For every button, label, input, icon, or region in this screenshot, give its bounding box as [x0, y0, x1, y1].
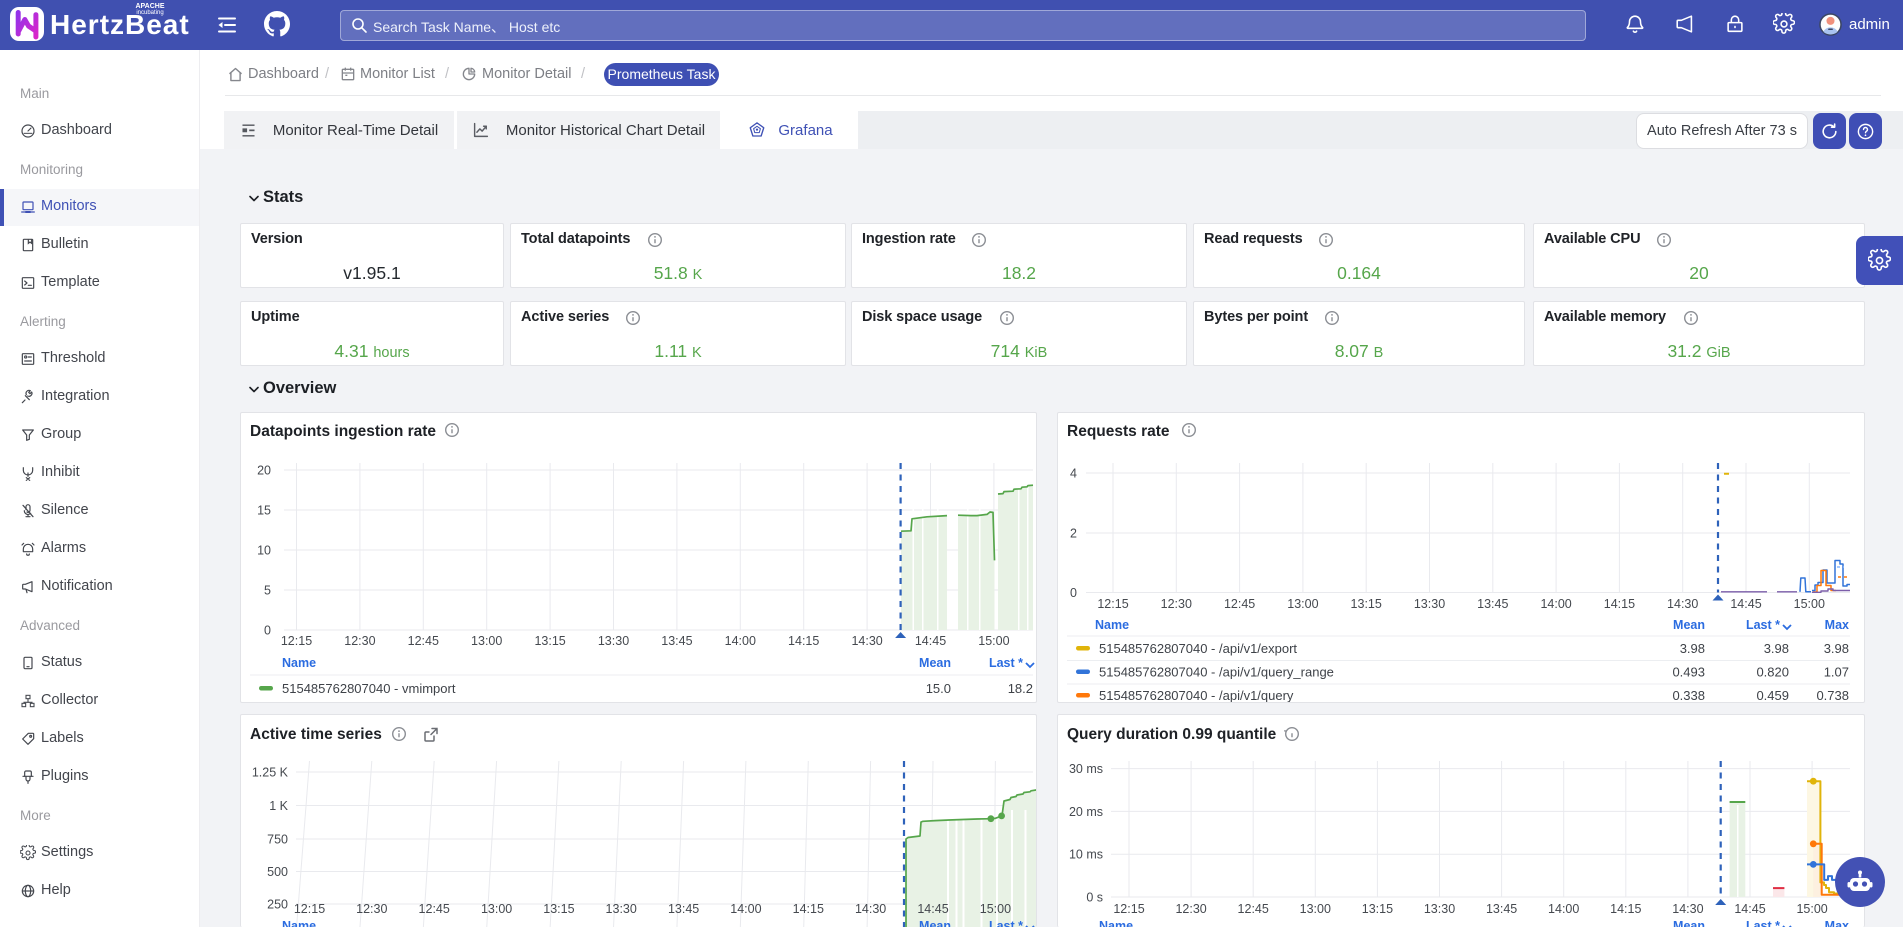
svg-text:13:15: 13:15: [1351, 597, 1382, 611]
svg-text:30 ms: 30 ms: [1069, 762, 1103, 776]
svg-text:Query duration 0.99 quantile: Query duration 0.99 quantile: [1067, 726, 1277, 743]
svg-text:0: 0: [1070, 586, 1077, 600]
svg-text:13:30: 13:30: [598, 634, 629, 648]
svg-text:13:30: 13:30: [606, 902, 637, 916]
svg-text:14:00: 14:00: [725, 634, 756, 648]
svg-text:515485762807040 - vmimport: 515485762807040 - vmimport: [282, 681, 456, 696]
svg-text:14:30: 14:30: [855, 902, 886, 916]
svg-text:12:45: 12:45: [1238, 902, 1269, 916]
svg-text:Last *: Last *: [1746, 919, 1780, 927]
svg-text:12:30: 12:30: [356, 902, 387, 916]
svg-text:Mean: Mean: [919, 919, 951, 927]
svg-text:13:00: 13:00: [481, 902, 512, 916]
svg-text:12:30: 12:30: [1161, 597, 1192, 611]
svg-text:Max: Max: [1825, 618, 1849, 632]
svg-text:515485762807040 - /api/v1/expo: 515485762807040 - /api/v1/export: [1099, 641, 1297, 656]
svg-text:3.98: 3.98: [1764, 641, 1789, 656]
svg-text:15: 15: [257, 504, 271, 518]
svg-text:500: 500: [267, 865, 288, 879]
svg-text:14:15: 14:15: [1604, 597, 1635, 611]
svg-text:14:00: 14:00: [1548, 902, 1579, 916]
svg-text:250: 250: [267, 898, 288, 912]
svg-text:Datapoints ingestion rate: Datapoints ingestion rate: [250, 423, 436, 440]
svg-text:12:15: 12:15: [281, 634, 312, 648]
svg-text:15.0: 15.0: [926, 681, 951, 696]
svg-text:13:45: 13:45: [1477, 597, 1508, 611]
svg-text:5: 5: [264, 584, 271, 598]
svg-text:4: 4: [1070, 467, 1077, 481]
svg-text:12:15: 12:15: [1113, 902, 1144, 916]
svg-text:14:45: 14:45: [1734, 902, 1765, 916]
svg-text:14:45: 14:45: [1730, 597, 1761, 611]
svg-text:0: 0: [264, 624, 271, 638]
svg-text:13:15: 13:15: [534, 634, 565, 648]
svg-text:10: 10: [257, 544, 271, 558]
svg-text:0.459: 0.459: [1756, 688, 1789, 702]
svg-text:14:00: 14:00: [1540, 597, 1571, 611]
svg-text:13:00: 13:00: [1287, 597, 1318, 611]
svg-text:0.493: 0.493: [1672, 665, 1705, 680]
svg-text:18.2: 18.2: [1008, 681, 1033, 696]
svg-text:Last *: Last *: [989, 919, 1023, 927]
svg-text:750: 750: [267, 833, 288, 847]
svg-text:13:45: 13:45: [661, 634, 692, 648]
svg-text:12:45: 12:45: [419, 902, 450, 916]
svg-text:12:15: 12:15: [1097, 597, 1128, 611]
svg-text:Requests rate: Requests rate: [1067, 423, 1170, 440]
svg-text:Name: Name: [1095, 618, 1129, 632]
svg-text:2: 2: [1070, 527, 1077, 541]
svg-text:13:45: 13:45: [668, 902, 699, 916]
svg-text:13:00: 13:00: [471, 634, 502, 648]
svg-text:Mean: Mean: [919, 656, 951, 670]
svg-text:1 K: 1 K: [269, 799, 288, 813]
svg-text:13:30: 13:30: [1414, 597, 1445, 611]
svg-text:14:30: 14:30: [851, 634, 882, 648]
svg-text:14:45: 14:45: [915, 634, 946, 648]
svg-text:515485762807040 - /api/v1/quer: 515485762807040 - /api/v1/query: [1099, 688, 1294, 702]
svg-text:Last *: Last *: [1746, 618, 1780, 632]
svg-text:15:00: 15:00: [978, 634, 1009, 648]
svg-text:Name: Name: [282, 656, 316, 670]
svg-text:12:15: 12:15: [294, 902, 325, 916]
svg-text:Last *: Last *: [989, 656, 1023, 670]
svg-text:1.07: 1.07: [1824, 665, 1849, 680]
svg-text:12:45: 12:45: [408, 634, 439, 648]
svg-text:14:15: 14:15: [788, 634, 819, 648]
svg-text:14:30: 14:30: [1672, 902, 1703, 916]
svg-text:14:45: 14:45: [917, 902, 948, 916]
svg-text:20 ms: 20 ms: [1069, 805, 1103, 819]
svg-text:20: 20: [257, 464, 271, 478]
svg-text:3.98: 3.98: [1824, 641, 1849, 656]
svg-text:13:15: 13:15: [1362, 902, 1393, 916]
svg-text:13:45: 13:45: [1486, 902, 1517, 916]
svg-text:Active time series: Active time series: [250, 726, 382, 743]
svg-text:14:15: 14:15: [793, 902, 824, 916]
svg-text:1.25 K: 1.25 K: [252, 766, 289, 780]
svg-text:0.738: 0.738: [1816, 688, 1849, 702]
svg-text:Mean: Mean: [1673, 919, 1705, 927]
svg-text:Max: Max: [1825, 919, 1849, 927]
svg-text:Mean: Mean: [1673, 618, 1705, 632]
svg-text:13:15: 13:15: [543, 902, 574, 916]
svg-text:Name: Name: [282, 919, 316, 927]
svg-text:0 s: 0 s: [1086, 891, 1103, 905]
svg-text:15:00: 15:00: [1796, 902, 1827, 916]
svg-text:15:00: 15:00: [1794, 597, 1825, 611]
svg-text:0.820: 0.820: [1756, 665, 1789, 680]
svg-text:Name: Name: [1099, 919, 1133, 927]
svg-text:12:30: 12:30: [1175, 902, 1206, 916]
svg-text:14:00: 14:00: [730, 902, 761, 916]
svg-text:14:30: 14:30: [1667, 597, 1698, 611]
svg-text:12:30: 12:30: [344, 634, 375, 648]
svg-text:13:30: 13:30: [1424, 902, 1455, 916]
svg-text:14:15: 14:15: [1610, 902, 1641, 916]
svg-text:13:00: 13:00: [1300, 902, 1331, 916]
svg-text:15:00: 15:00: [980, 902, 1011, 916]
svg-text:10 ms: 10 ms: [1069, 848, 1103, 862]
svg-text:3.98: 3.98: [1680, 641, 1705, 656]
svg-text:0.338: 0.338: [1672, 688, 1705, 702]
svg-text:12:45: 12:45: [1224, 597, 1255, 611]
svg-text:515485762807040 - /api/v1/quer: 515485762807040 - /api/v1/query_range: [1099, 665, 1334, 680]
